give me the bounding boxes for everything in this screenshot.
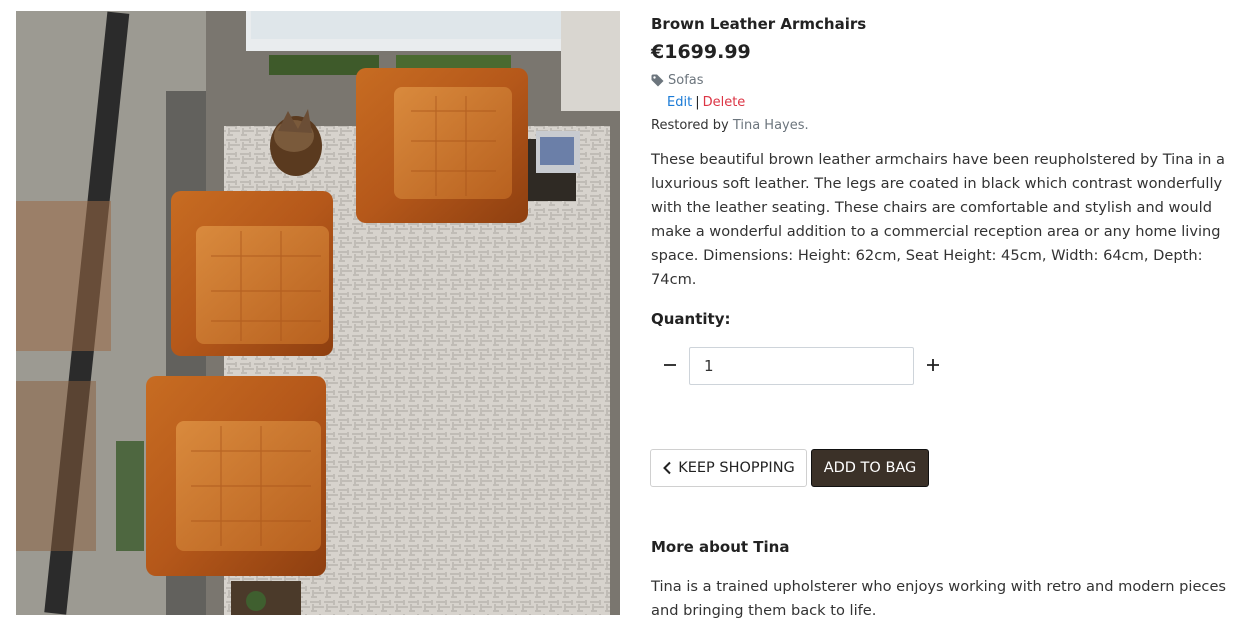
chevron-left-icon <box>662 461 672 475</box>
tag-icon <box>651 74 664 87</box>
add-to-bag-label: ADD TO BAG <box>823 460 917 476</box>
product-description: These beautiful brown leather armchairs … <box>651 151 1225 288</box>
quantity-label: Quantity: <box>651 310 731 328</box>
product-image <box>16 11 620 615</box>
quantity-stepper <box>651 347 952 385</box>
product-category[interactable]: Sofas <box>651 72 1241 88</box>
restorer-info-text: Tina is a trained upholsterer who enjoys… <box>651 578 1227 619</box>
product-title: Brown Leather Armchairs <box>651 15 867 33</box>
decrement-button[interactable] <box>651 347 689 385</box>
product-details: Brown Leather Armchairs €1699.99 Sofas E… <box>651 14 1241 292</box>
add-to-bag-button[interactable]: ADD TO BAG <box>811 449 929 487</box>
quantity-input[interactable] <box>689 347 914 385</box>
restorer-info-title: More about Tina <box>651 538 790 556</box>
admin-links: Edit | Delete <box>667 95 1241 111</box>
category-label: Sofas <box>668 72 704 88</box>
keep-shopping-label: KEEP SHOPPING <box>678 460 795 476</box>
minus-icon <box>663 357 677 376</box>
increment-button[interactable] <box>914 347 952 385</box>
keep-shopping-button[interactable]: KEEP SHOPPING <box>650 449 807 487</box>
link-separator: | <box>695 95 700 110</box>
edit-link[interactable]: Edit <box>667 95 692 110</box>
plus-icon <box>926 357 940 376</box>
delete-link[interactable]: Delete <box>703 95 746 110</box>
action-buttons: KEEP SHOPPING ADD TO BAG <box>650 449 929 487</box>
product-price: €1699.99 <box>651 41 751 63</box>
restored-prefix: Restored by <box>651 118 729 133</box>
restored-by: Restored by Tina Hayes. <box>651 118 1241 134</box>
restorer-name: Tina Hayes. <box>732 118 809 133</box>
